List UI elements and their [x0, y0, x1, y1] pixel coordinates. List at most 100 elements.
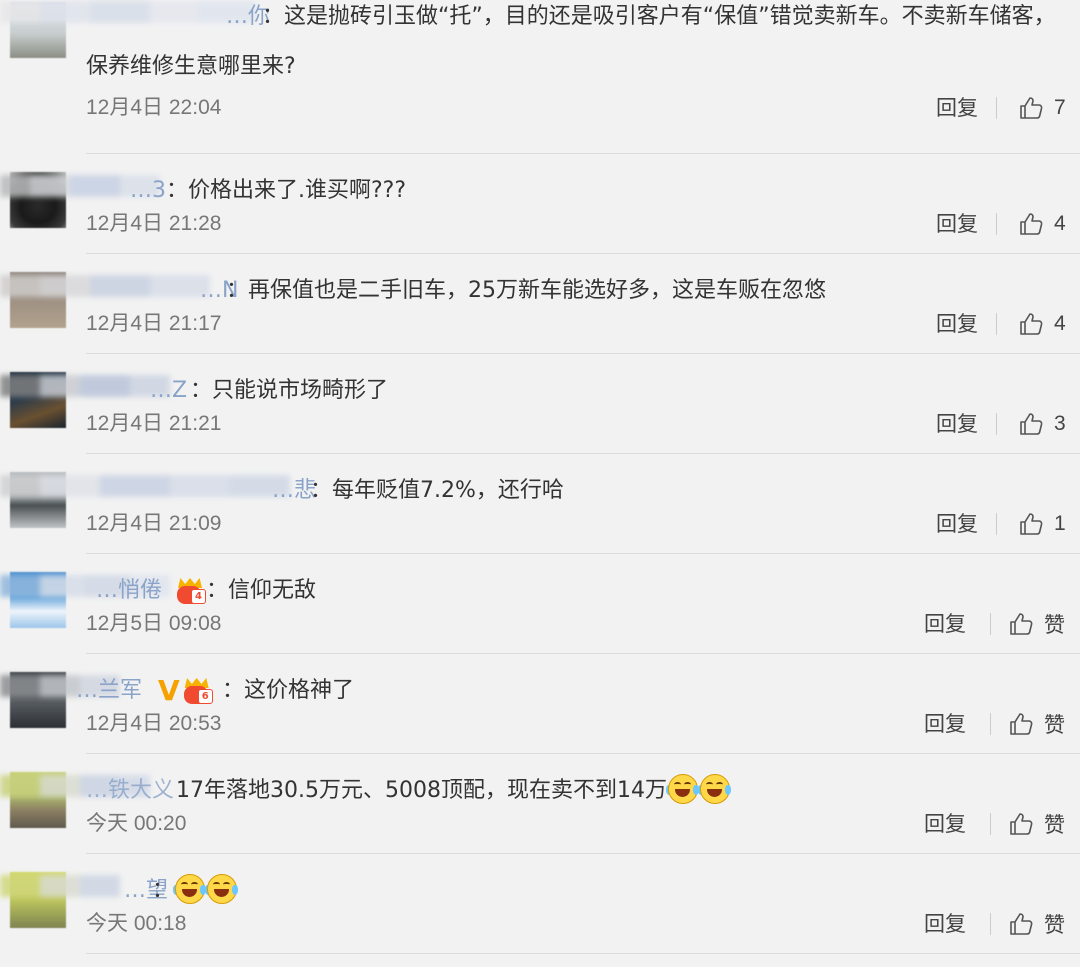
divider: [86, 253, 1080, 254]
like-button[interactable]: 赞: [1008, 807, 1065, 841]
username-redaction: [0, 472, 300, 500]
comment-text: ：: [152, 873, 239, 908]
comment-time: 12月4日 21:17: [86, 312, 222, 335]
username-redaction: [0, 0, 260, 26]
verified-v-icon[interactable]: V: [158, 676, 180, 706]
like-button[interactable]: 赞: [1008, 607, 1065, 641]
divider: [86, 953, 1080, 954]
thumbs-up-icon: [1020, 97, 1043, 119]
reply-button[interactable]: 回复: [936, 91, 978, 125]
username-redaction: [0, 272, 230, 300]
username[interactable]: …Z: [150, 374, 187, 408]
divider: [86, 453, 1080, 454]
comment-time: 12月4日 20:53: [86, 712, 222, 735]
reply-button[interactable]: 回复: [924, 907, 966, 941]
comment-item: …Z ：只能说市场畸形了 12月4日 21:21 回复 3: [0, 366, 1080, 466]
comment-time: 12月5日 09:08: [86, 612, 222, 635]
comment-time: 12月4日 21:21: [86, 412, 222, 435]
thumbs-up-icon: [1020, 513, 1043, 535]
comment-text: ：只能说市场畸形了: [190, 378, 389, 403]
divider: [86, 853, 1080, 854]
reply-button[interactable]: 回复: [936, 407, 978, 441]
like-button[interactable]: 3: [1018, 407, 1066, 441]
action-divider: [996, 313, 997, 335]
username[interactable]: …3: [130, 174, 166, 208]
like-button[interactable]: 7: [1018, 91, 1066, 125]
like-button[interactable]: 1: [1018, 507, 1066, 541]
comment-time: 今天 00:18: [86, 912, 187, 935]
comment-text-content: 17年落地30.5万元、5008顶配，现在卖不到14万: [176, 778, 667, 803]
comment-text: ：价格出来了.谁买啊???: [166, 178, 407, 203]
reply-button[interactable]: 回复: [924, 607, 966, 641]
comment-item: …兰军 V 6 ：这价格神了 12月4日 20:53 回复 赞: [0, 666, 1080, 766]
thumbs-up-icon: [1020, 313, 1043, 335]
laugh-cry-emoji: [665, 773, 699, 805]
comment-item: …悲 ：每年贬值7.2%，还行哈 12月4日 21:09 回复 1: [0, 466, 1080, 566]
member-level: 4: [191, 589, 206, 604]
comment-text-content: ：: [152, 878, 175, 903]
username[interactable]: …铁大义: [86, 774, 174, 808]
comment-item: …你 ：这是抛砖引玉做“托”，目的还是吸引客户有“保值”错觉卖新车。不卖新车储客…: [0, 0, 1080, 120]
comment-time: 今天 00:20: [86, 812, 187, 835]
thumbs-up-icon: [1020, 213, 1043, 235]
action-divider: [996, 413, 997, 435]
action-divider: [996, 513, 997, 535]
action-divider: [996, 97, 997, 119]
divider: [86, 653, 1080, 654]
thumbs-up-icon: [1010, 713, 1033, 735]
comment-item: …N ：再保值也是二手旧车，25万新车能选好多，这是车贩在忽悠 12月4日 21…: [0, 266, 1080, 366]
action-divider: [996, 213, 997, 235]
like-count: 7: [1054, 96, 1066, 119]
laugh-cry-emoji: [173, 873, 207, 905]
like-button[interactable]: 4: [1018, 307, 1066, 341]
comment-text: ：这是抛砖引玉做“托”，目的还是吸引客户有“保值”错觉卖新车。不卖新车储客，: [262, 4, 1056, 29]
laugh-cry-emoji: [205, 873, 239, 905]
like-label: 赞: [1044, 914, 1065, 937]
reply-button[interactable]: 回复: [936, 507, 978, 541]
comment-text: ：再保值也是二手旧车，25万新车能选好多，这是车贩在忽悠: [226, 278, 826, 303]
action-divider: [990, 613, 991, 635]
reply-button[interactable]: 回复: [936, 207, 978, 241]
comment-text: 17年落地30.5万元、5008顶配，现在卖不到14万: [176, 774, 731, 808]
divider: [86, 553, 1080, 554]
like-count: 4: [1054, 312, 1066, 335]
thumbs-up-icon: [1010, 913, 1033, 935]
username[interactable]: …悄倦: [96, 574, 162, 608]
like-button[interactable]: 赞: [1008, 707, 1065, 741]
member-crown-icon[interactable]: 4: [176, 578, 206, 604]
member-crown-icon[interactable]: 6: [183, 678, 213, 704]
reply-button[interactable]: 回复: [924, 807, 966, 841]
comment-item: …铁大义 17年落地30.5万元、5008顶配，现在卖不到14万 今天 00:2…: [0, 766, 1080, 866]
comment-text: ：每年贬值7.2%，还行哈: [310, 478, 564, 503]
divider: [86, 353, 1080, 354]
action-divider: [990, 713, 991, 735]
user-badges: 4: [176, 574, 206, 608]
reply-button[interactable]: 回复: [936, 307, 978, 341]
like-label: 赞: [1044, 614, 1065, 637]
member-level: 6: [197, 689, 213, 704]
action-divider: [990, 913, 991, 935]
comment-item: …悄倦 4 ：信仰无敌 12月5日 09:08 回复 赞: [0, 566, 1080, 666]
like-button[interactable]: 赞: [1008, 907, 1065, 941]
comment-list: …你 ：这是抛砖引玉做“托”，目的还是吸引客户有“保值”错觉卖新车。不卖新车储客…: [0, 0, 1080, 967]
user-badges: V 6: [158, 674, 213, 708]
thumbs-up-icon: [1010, 813, 1033, 835]
divider: [86, 153, 1080, 154]
comment-time: 12月4日 21:28: [86, 212, 222, 235]
action-divider: [990, 813, 991, 835]
thumbs-up-icon: [1010, 613, 1033, 635]
like-label: 赞: [1044, 714, 1065, 737]
username-redaction: [0, 372, 170, 400]
comment-item: …3 ：价格出来了.谁买啊??? 12月4日 21:28 回复 4: [0, 166, 1080, 266]
username[interactable]: …兰军: [76, 674, 142, 708]
comment-text: ：信仰无敌: [206, 578, 317, 603]
like-count: 1: [1054, 512, 1066, 535]
comment-text-continued: 保养维修生意哪里来?: [86, 54, 296, 79]
reply-button[interactable]: 回复: [924, 707, 966, 741]
comment-item: …望 ： 今天 00:18 回复 赞: [0, 866, 1080, 966]
laugh-cry-emoji: [697, 773, 731, 805]
like-count: 4: [1054, 212, 1066, 235]
comment-time: 12月4日 22:04: [86, 96, 222, 119]
like-count: 3: [1054, 412, 1066, 435]
like-button[interactable]: 4: [1018, 207, 1066, 241]
